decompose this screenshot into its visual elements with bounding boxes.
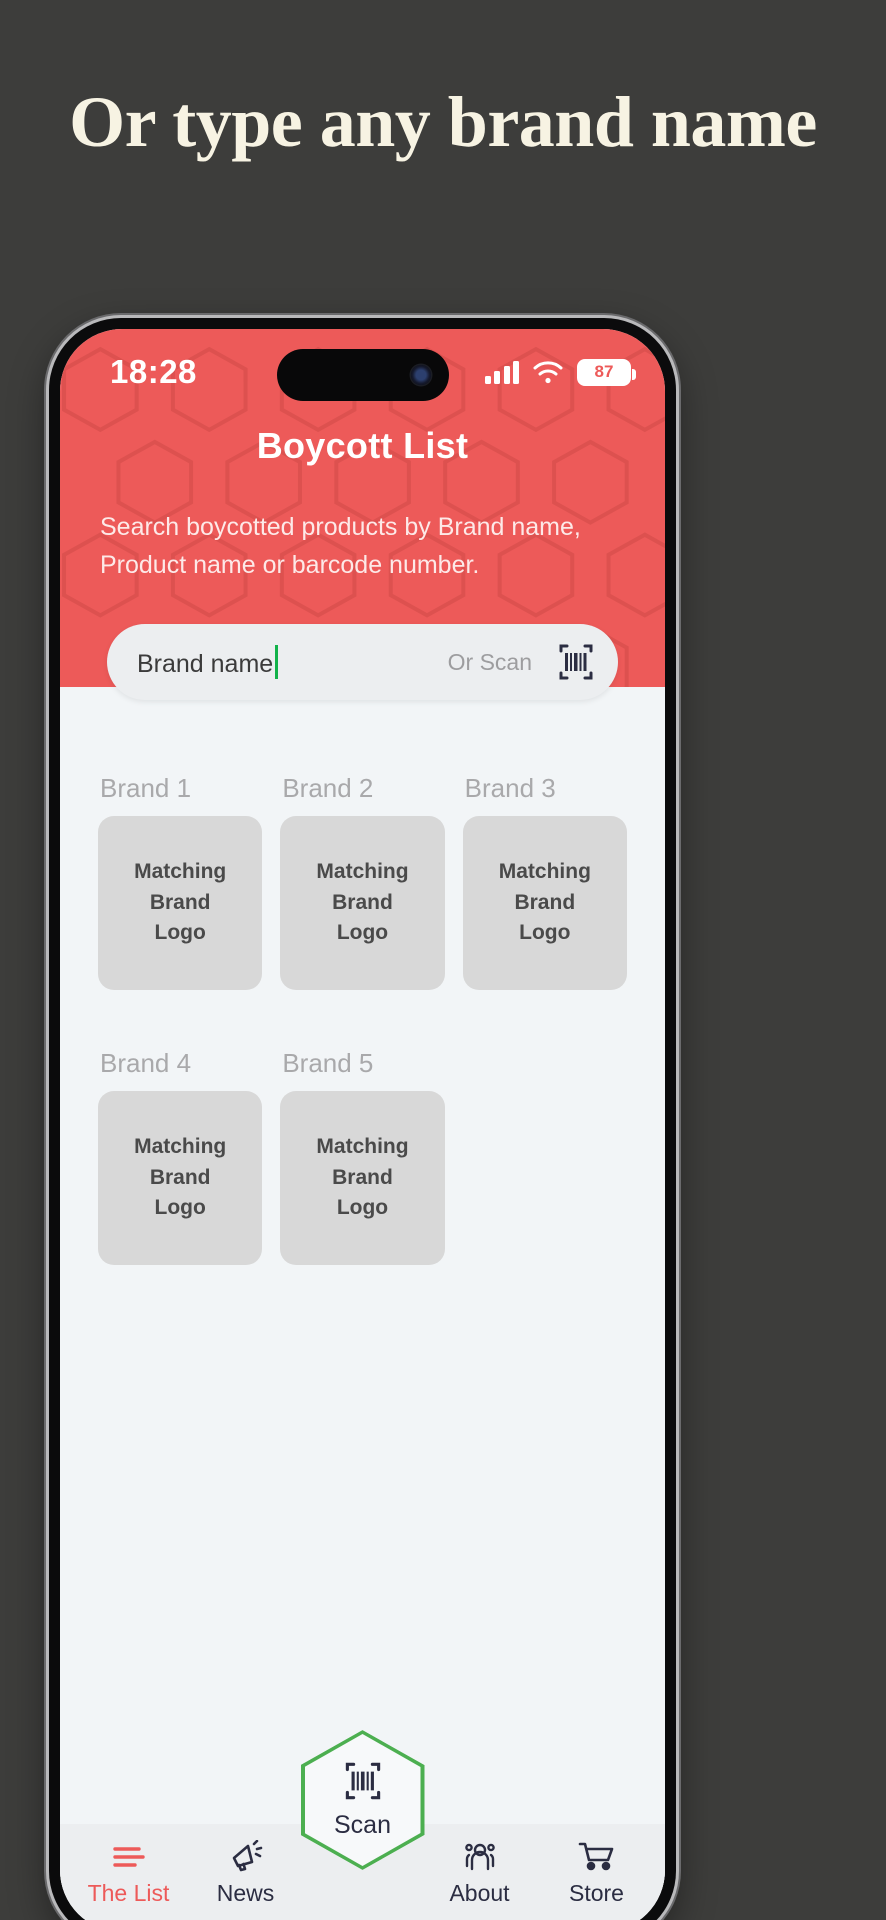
card-line-2: Brand bbox=[514, 890, 576, 914]
brand-results-grid: Brand 1 Matching Brand Logo Brand 2 Matchi… bbox=[98, 773, 627, 1265]
brand-logo-placeholder[interactable]: Matching Brand Logo bbox=[280, 816, 445, 990]
people-group-icon bbox=[461, 1838, 499, 1872]
card-line-2: Brand bbox=[332, 890, 393, 914]
brand-result-item[interactable]: Brand 1 Matching Brand Logo bbox=[98, 773, 263, 990]
shopping-cart-icon bbox=[578, 1838, 616, 1872]
card-line-1: Matching bbox=[498, 860, 591, 884]
card-line-1: Matching bbox=[316, 860, 409, 884]
search-bar-container: Brand name Or Scan bbox=[107, 624, 618, 700]
header-subtitle: Search boycotted products by Brand name,… bbox=[100, 513, 581, 579]
card-line-2: Brand bbox=[332, 1165, 393, 1189]
brand-label: Brand 4 bbox=[100, 1048, 192, 1078]
tab-label: News bbox=[216, 1879, 275, 1906]
search-bar[interactable]: Brand name Or Scan bbox=[107, 624, 618, 700]
search-input[interactable]: Brand name bbox=[137, 645, 282, 679]
status-indicators: 87 bbox=[484, 358, 636, 386]
brand-logo-placeholder[interactable]: Matching Brand Logo bbox=[280, 1091, 445, 1265]
brand-label: Brand 3 bbox=[464, 773, 556, 803]
card-line-2: Brand bbox=[149, 1165, 211, 1189]
tab-the-list[interactable]: The List bbox=[70, 1838, 187, 1907]
brand-label: Brand 1 bbox=[100, 773, 192, 803]
barcode-icon[interactable] bbox=[548, 639, 604, 685]
brand-logo-placeholder[interactable]: Matching Brand Logo bbox=[98, 1091, 263, 1265]
promo-headline: Or type any brand name bbox=[69, 82, 817, 162]
card-line-1: Matching bbox=[316, 1135, 409, 1159]
card-line-3: Logo bbox=[336, 1196, 389, 1220]
battery-icon: 87 bbox=[577, 358, 636, 386]
brand-result-item[interactable]: Brand 3 Matching Brand Logo bbox=[462, 773, 627, 990]
brand-label: Brand 5 bbox=[282, 1048, 374, 1078]
text-caret bbox=[275, 645, 279, 679]
search-input-value: Brand name bbox=[137, 650, 274, 678]
app-title: Boycott List bbox=[256, 425, 469, 466]
megaphone-icon bbox=[228, 1838, 264, 1872]
card-line-1: Matching bbox=[134, 1135, 227, 1159]
brand-result-item[interactable]: Brand 4 Matching Brand Logo bbox=[98, 1048, 263, 1265]
cellular-signal-icon bbox=[484, 360, 519, 384]
tab-label: Store bbox=[569, 1879, 624, 1906]
card-line-3: Logo bbox=[336, 921, 389, 945]
brand-result-item[interactable]: Brand 2 Matching Brand Logo bbox=[280, 773, 445, 990]
phone-frame: 18:28 87 Boycott List Search boycotted p… bbox=[49, 318, 676, 1920]
barcode-scan-icon bbox=[338, 1760, 388, 1807]
wifi-icon bbox=[533, 360, 563, 384]
card-line-3: Logo bbox=[154, 1196, 206, 1220]
tab-about[interactable]: About bbox=[421, 1838, 538, 1907]
tab-store[interactable]: Store bbox=[538, 1838, 655, 1907]
tab-label: About bbox=[449, 1879, 510, 1906]
list-lines-icon bbox=[111, 1838, 147, 1872]
or-scan-label: Or Scan bbox=[447, 648, 532, 675]
card-line-3: Logo bbox=[519, 921, 571, 945]
front-camera-icon bbox=[410, 365, 431, 385]
brand-result-item[interactable]: Brand 5 Matching Brand Logo bbox=[280, 1048, 445, 1265]
card-line-3: Logo bbox=[154, 921, 206, 945]
brand-label: Brand 2 bbox=[282, 773, 374, 803]
dynamic-island bbox=[276, 349, 449, 401]
card-line-2: Brand bbox=[149, 890, 211, 914]
phone-screen: 18:28 87 Boycott List Search boycotted p… bbox=[60, 329, 665, 1920]
promo-screenshot: Or type any brand name 18:28 87 Boycott … bbox=[0, 0, 886, 1920]
tab-label: The List bbox=[87, 1879, 170, 1906]
tab-news[interactable]: News bbox=[187, 1838, 304, 1907]
card-line-1: Matching bbox=[134, 860, 227, 884]
brand-logo-placeholder[interactable]: Matching Brand Logo bbox=[98, 816, 263, 990]
status-time: 18:28 bbox=[110, 353, 197, 390]
brand-logo-placeholder[interactable]: Matching Brand Logo bbox=[462, 816, 627, 990]
battery-level: 87 bbox=[594, 362, 614, 381]
scan-button-label: Scan bbox=[334, 1811, 391, 1839]
